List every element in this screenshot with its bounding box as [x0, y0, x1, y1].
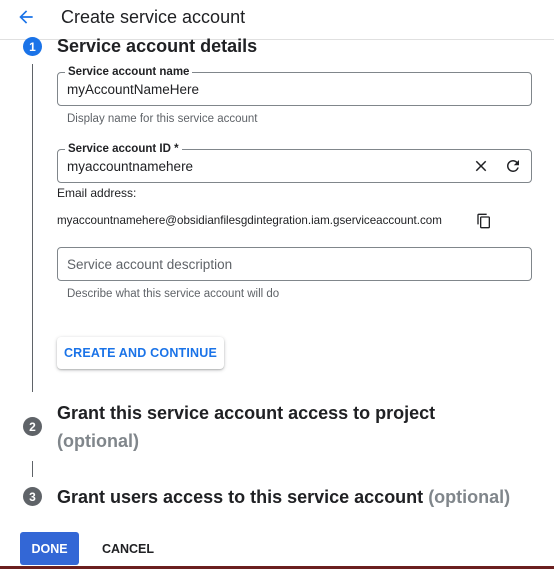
step-2-optional: (optional) — [57, 431, 139, 451]
service-account-name-hint: Display name for this service account — [67, 113, 258, 125]
copy-email-button[interactable] — [474, 211, 494, 231]
copy-icon — [477, 213, 490, 229]
done-button[interactable]: DONE — [20, 532, 79, 565]
service-account-id-field[interactable]: Service account ID * — [57, 142, 532, 183]
email-address-value: myaccountnamehere@obsidianfilesgdintegra… — [57, 214, 442, 227]
cancel-button[interactable]: CANCEL — [92, 532, 164, 565]
step-3-title[interactable]: Grant users access to this service accou… — [57, 485, 510, 509]
step-1-indicator: 1 — [23, 37, 42, 56]
email-address-label: Email address: — [57, 186, 137, 200]
service-account-name-input[interactable] — [67, 73, 447, 105]
service-account-name-field[interactable]: Service account name — [57, 65, 532, 106]
step-2-title[interactable]: Grant this service account access to pro… — [57, 401, 435, 425]
step-3-optional: (optional) — [428, 487, 511, 507]
service-account-description-field[interactable] — [57, 247, 532, 281]
refresh-icon — [507, 160, 519, 172]
service-account-description-hint: Describe what this service account will … — [67, 288, 280, 300]
service-account-description-input[interactable] — [67, 248, 447, 280]
regenerate-id-button[interactable] — [503, 156, 523, 176]
create-service-account-page: Create service account 1 Service account… — [0, 0, 554, 569]
arrow-back-icon — [19, 10, 33, 24]
step-2-indicator: 2 — [23, 417, 42, 436]
close-icon — [475, 160, 487, 172]
step-1-title: Service account details — [57, 36, 258, 56]
step-1-connector — [32, 64, 33, 392]
service-account-id-input[interactable] — [67, 150, 457, 182]
step-2-connector — [32, 461, 33, 477]
back-button[interactable] — [12, 4, 40, 30]
clear-id-button[interactable] — [471, 156, 491, 176]
step-3-title-text: Grant users access to this service accou… — [57, 487, 424, 507]
page-title: Create service account — [61, 7, 246, 27]
step-3-indicator: 3 — [23, 487, 42, 506]
create-and-continue-button[interactable]: CREATE AND CONTINUE — [57, 337, 224, 369]
